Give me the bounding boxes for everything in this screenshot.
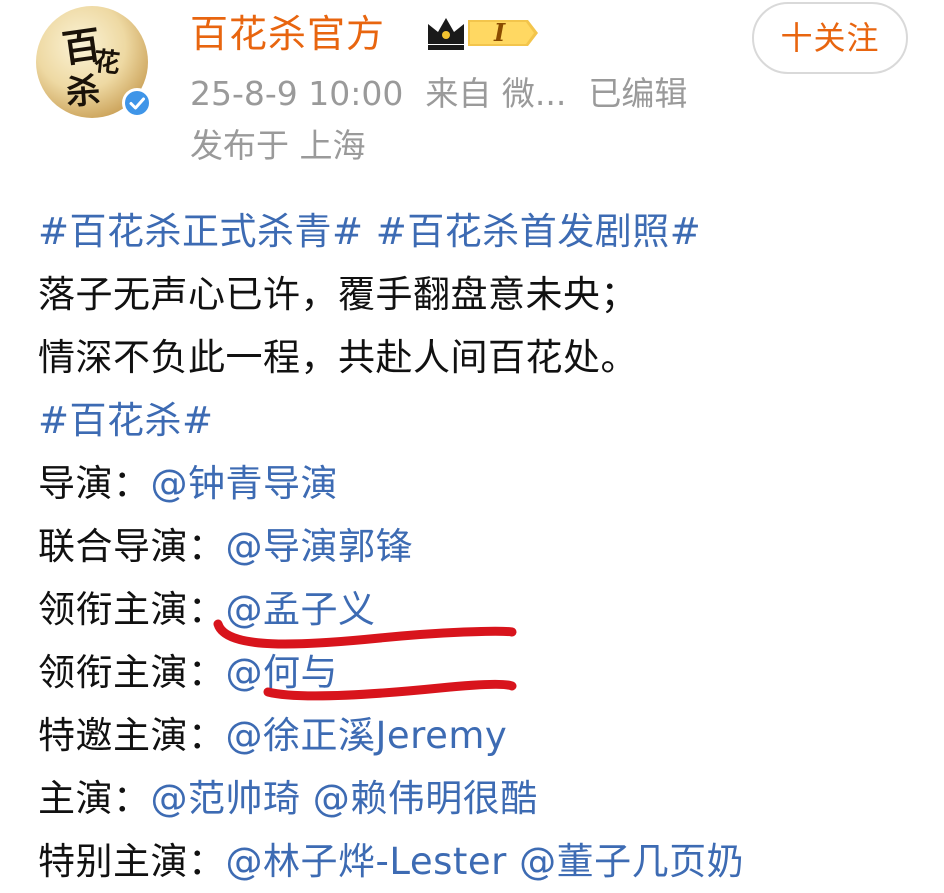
post-meta: 25-8-9 10:00 来自 微... 已编辑 (190, 72, 687, 116)
credit-row: 特邀主演：@徐正溪Jeremy (38, 704, 944, 767)
vip-level: I (494, 18, 506, 47)
credit-label: 领衔主演： (38, 588, 226, 631)
text-fade (904, 817, 944, 880)
credit-row: 特别主演：@林子烨-Lester @董子几页奶 (38, 830, 944, 893)
credit-label: 特邀主演： (38, 714, 226, 757)
crown-vip-icon (428, 18, 538, 50)
edited-label[interactable]: 已编辑 (588, 74, 687, 113)
credit-row: 联合导演：@导演郭锋 (38, 515, 944, 578)
credit-label: 领衔主演： (38, 651, 226, 694)
post-body: #百花杀正式杀青# #百花杀首发剧照# 落子无声心已许，覆手翻盘意未央； 情深不… (38, 200, 944, 893)
credit-row: 主演：@范帅琦 @赖伟明很酷 (38, 767, 944, 830)
poem-line-1: 落子无声心已许，覆手翻盘意未央； (38, 273, 638, 316)
post-source[interactable]: 来自 微... (425, 74, 566, 113)
verified-check-icon (122, 88, 152, 118)
mention-link[interactable]: @导演郭锋 (226, 525, 414, 568)
mention-link[interactable]: @钟青导演 (151, 462, 339, 505)
credit-row: 领衔主演：@孟子义 (38, 578, 944, 641)
hashtag-topic[interactable]: #百花杀# (38, 389, 944, 452)
mention-link[interactable]: @范帅琦 @赖伟明很酷 (151, 777, 538, 820)
credit-row: 领衔主演：@何与 (38, 641, 944, 704)
hashtag-line[interactable]: #百花杀正式杀青# #百花杀首发剧照# (38, 200, 944, 263)
credit-row: 导演：@钟青导演 (38, 452, 944, 515)
post-location: 发布于 上海 (190, 126, 366, 165)
post-date: 25-8-9 10:00 (190, 74, 404, 113)
poem-line-2: 情深不负此一程，共赴人间百花处。 (38, 336, 638, 379)
follow-button[interactable]: 十关注 (752, 2, 908, 74)
credit-label: 联合导演： (38, 525, 226, 568)
account-name[interactable]: 百花杀官方 (190, 10, 385, 58)
credit-label: 特别主演： (38, 840, 226, 883)
mention-link[interactable]: @何与 (226, 651, 339, 694)
credit-label: 导演： (38, 462, 151, 505)
credit-label: 主演： (38, 777, 151, 820)
mention-link[interactable]: @徐正溪Jeremy (226, 714, 508, 757)
avatar-calligraphy-3: 杀 (64, 70, 102, 114)
avatar[interactable]: 百 花 杀 (36, 6, 154, 124)
mention-link[interactable]: @林子烨-Lester @董子几页奶 (226, 840, 745, 883)
vip-badge[interactable]: I (424, 12, 542, 54)
mention-link[interactable]: @孟子义 (226, 588, 376, 631)
